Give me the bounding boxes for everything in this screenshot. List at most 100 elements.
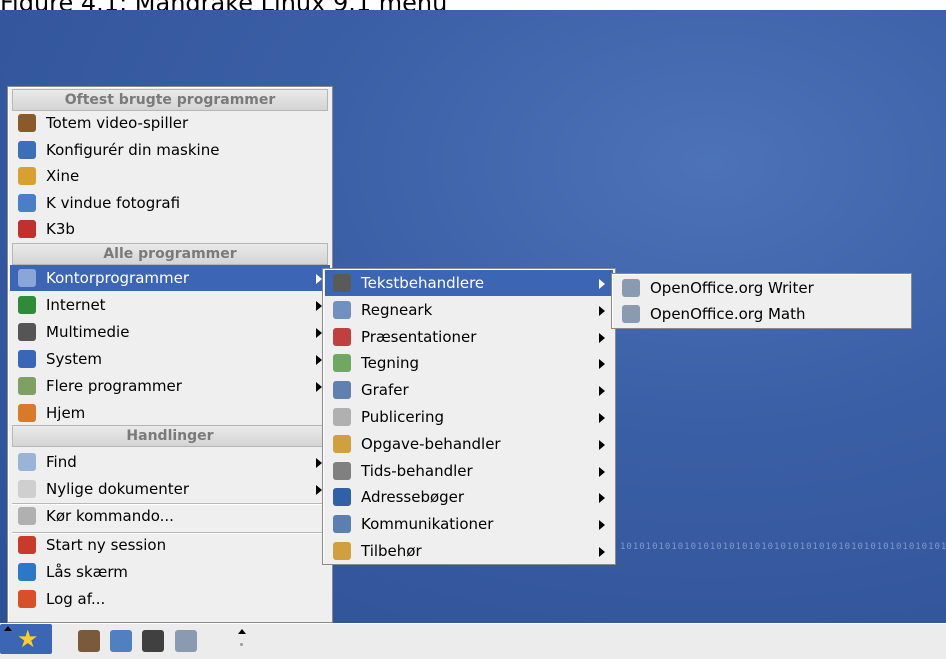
chevron-right-icon [599, 386, 605, 397]
menu-item-konfigurer-din-maskine[interactable]: Konfigurér din maskine [10, 137, 330, 163]
menu-item-label: Start ny session [46, 536, 167, 554]
konqueror-icon[interactable] [78, 630, 100, 652]
submenu-item-tilbehor[interactable]: Tilbehør [325, 538, 613, 564]
home-icon [18, 404, 36, 422]
menu-item-label: Internet [46, 296, 106, 314]
menu-item-start-ny-session[interactable]: Start ny session [10, 532, 330, 558]
menu-item-kor-kommando[interactable]: Kør kommando... [10, 503, 330, 529]
terminal-icon[interactable] [142, 630, 164, 652]
menu-item-nylige-dokumenter[interactable]: Nylige dokumenter [10, 476, 330, 502]
submenu-item-opgave-behandler[interactable]: Opgave-behandler [325, 431, 613, 457]
section-header-actions: Handlinger [12, 425, 328, 447]
chevron-right-icon [599, 493, 605, 504]
submenu-item-label: Adressebøger [361, 488, 465, 507]
submenu-item-publicering[interactable]: Publicering [325, 404, 613, 430]
office-submenu: Tekstbehandlere Regneark Præsentationer Teg… [322, 268, 616, 565]
submenu-item-label: Opgave-behandler [361, 434, 501, 453]
menu-item-label: Totem video-spiller [46, 114, 189, 132]
submenu-item-tids-behandler[interactable]: Tids-behandler [325, 458, 613, 484]
menu-item-k-vindue-fotografi[interactable]: K vindue fotografi [10, 190, 330, 216]
menu-item-k3b[interactable]: K3b [10, 216, 330, 242]
submenu-item-label: Tilbehør [361, 542, 422, 560]
menu-item-label: Lås skærm [46, 563, 128, 581]
arrow-up-icon [238, 629, 246, 634]
graph-icon [333, 381, 351, 400]
multimedia-icon [18, 323, 36, 341]
menu-item-label: Log af... [46, 590, 106, 608]
submenu-item-label: Tegning [361, 354, 420, 373]
office-icon [18, 269, 36, 287]
xine-icon [18, 167, 36, 185]
submenu-item-label: OpenOffice.org Math [650, 305, 806, 323]
totem-icon [18, 114, 36, 132]
submenu-item-openoffice-org-math[interactable]: OpenOffice.org Math [614, 301, 909, 327]
submenu-item-kommunikationer[interactable]: Kommunikationer [325, 511, 613, 537]
lock-icon [18, 563, 36, 581]
taskbar-scroll[interactable] [237, 629, 247, 653]
submenu-item-label: Præsentationer [361, 327, 477, 346]
dot-icon [240, 643, 243, 646]
menu-item-totem-video-spiller[interactable]: Totem video-spiller [10, 110, 330, 136]
config-icon [18, 140, 36, 159]
menu-item-label: Kør kommando... [46, 507, 174, 525]
magnifier-icon [18, 453, 36, 471]
submenu-item-label: Grafer [361, 381, 409, 400]
clock-icon [333, 461, 351, 480]
menu-item-flere-programmer[interactable]: Flere programmer [10, 373, 330, 399]
menu-item-label: Kontorprogrammer [46, 269, 190, 287]
rocket-icon [18, 536, 36, 554]
menu-item-hjem[interactable]: Hjem [10, 400, 330, 426]
network-icon[interactable] [110, 630, 132, 652]
chevron-right-icon [599, 359, 605, 370]
chevron-right-icon [599, 439, 605, 450]
menu-item-xine[interactable]: Xine [10, 163, 330, 189]
menu-item-log-af[interactable]: Log af... [10, 586, 330, 612]
power-icon [18, 590, 36, 608]
gear-icon [18, 507, 36, 525]
menu-item-label: Flere programmer [46, 377, 182, 395]
more-programs-icon [18, 377, 36, 395]
submenu-item-label: OpenOffice.org Writer [650, 279, 814, 297]
oo-math-icon [622, 305, 640, 323]
submenu-item-label: Tids-behandler [361, 461, 473, 480]
chevron-right-icon [599, 279, 605, 289]
chevron-right-icon [599, 520, 605, 531]
submenu-item-praesentationer[interactable]: Præsentationer [325, 324, 613, 350]
presentation-icon [333, 327, 351, 346]
menu-item-las-skaerm[interactable]: Lås skærm [10, 559, 330, 585]
communication-icon [333, 515, 351, 534]
chevron-right-icon [599, 305, 605, 316]
wallpaper-binary-text: 1010101010101010101010101010101010101010… [620, 542, 946, 552]
accessories-icon [333, 542, 351, 560]
system-icon [18, 350, 36, 368]
menu-item-label: K vindue fotografi [46, 193, 181, 212]
menu-item-kontorprogrammer[interactable]: Kontorprogrammer [10, 265, 330, 291]
submenu-item-label: Kommunikationer [361, 515, 494, 534]
submenu-item-tekstbehandlere[interactable]: Tekstbehandlere [325, 270, 613, 296]
document-icon [18, 480, 36, 498]
chevron-right-icon [599, 466, 605, 477]
submenu-item-adresseboger[interactable]: Adressebøger [325, 484, 613, 510]
kmenu: Oftest brugte programmer Totem video-spil… [7, 86, 333, 623]
ksnapshot-icon [18, 193, 36, 212]
arrow-up-icon [4, 626, 12, 631]
submenu-item-grafer[interactable]: Grafer [325, 377, 613, 403]
submenu-item-label: Publicering [361, 408, 444, 426]
wordprocessor-icon [333, 274, 351, 292]
writer-launcher-icon[interactable] [175, 630, 197, 652]
submenu-item-regneark[interactable]: Regneark [325, 297, 613, 323]
menu-item-label: Hjem [46, 404, 86, 422]
kmenu-button[interactable]: ★ [0, 624, 52, 654]
task-icon [333, 434, 351, 453]
submenu-item-openoffice-org-writer[interactable]: OpenOffice.org Writer [614, 275, 909, 301]
menu-item-label: Nylige dokumenter [46, 480, 190, 498]
menu-item-system[interactable]: System [10, 346, 330, 372]
oo-writer-icon [622, 279, 640, 297]
submenu-item-tegning[interactable]: Tegning [325, 350, 613, 376]
menu-item-internet[interactable]: Internet [10, 292, 330, 318]
menu-item-multimedie[interactable]: Multimedie [10, 319, 330, 345]
section-header-frequent: Oftest brugte programmer [12, 89, 328, 111]
menu-item-find[interactable]: Find [10, 449, 330, 475]
drawing-icon [333, 354, 351, 373]
chevron-right-icon [599, 547, 605, 557]
